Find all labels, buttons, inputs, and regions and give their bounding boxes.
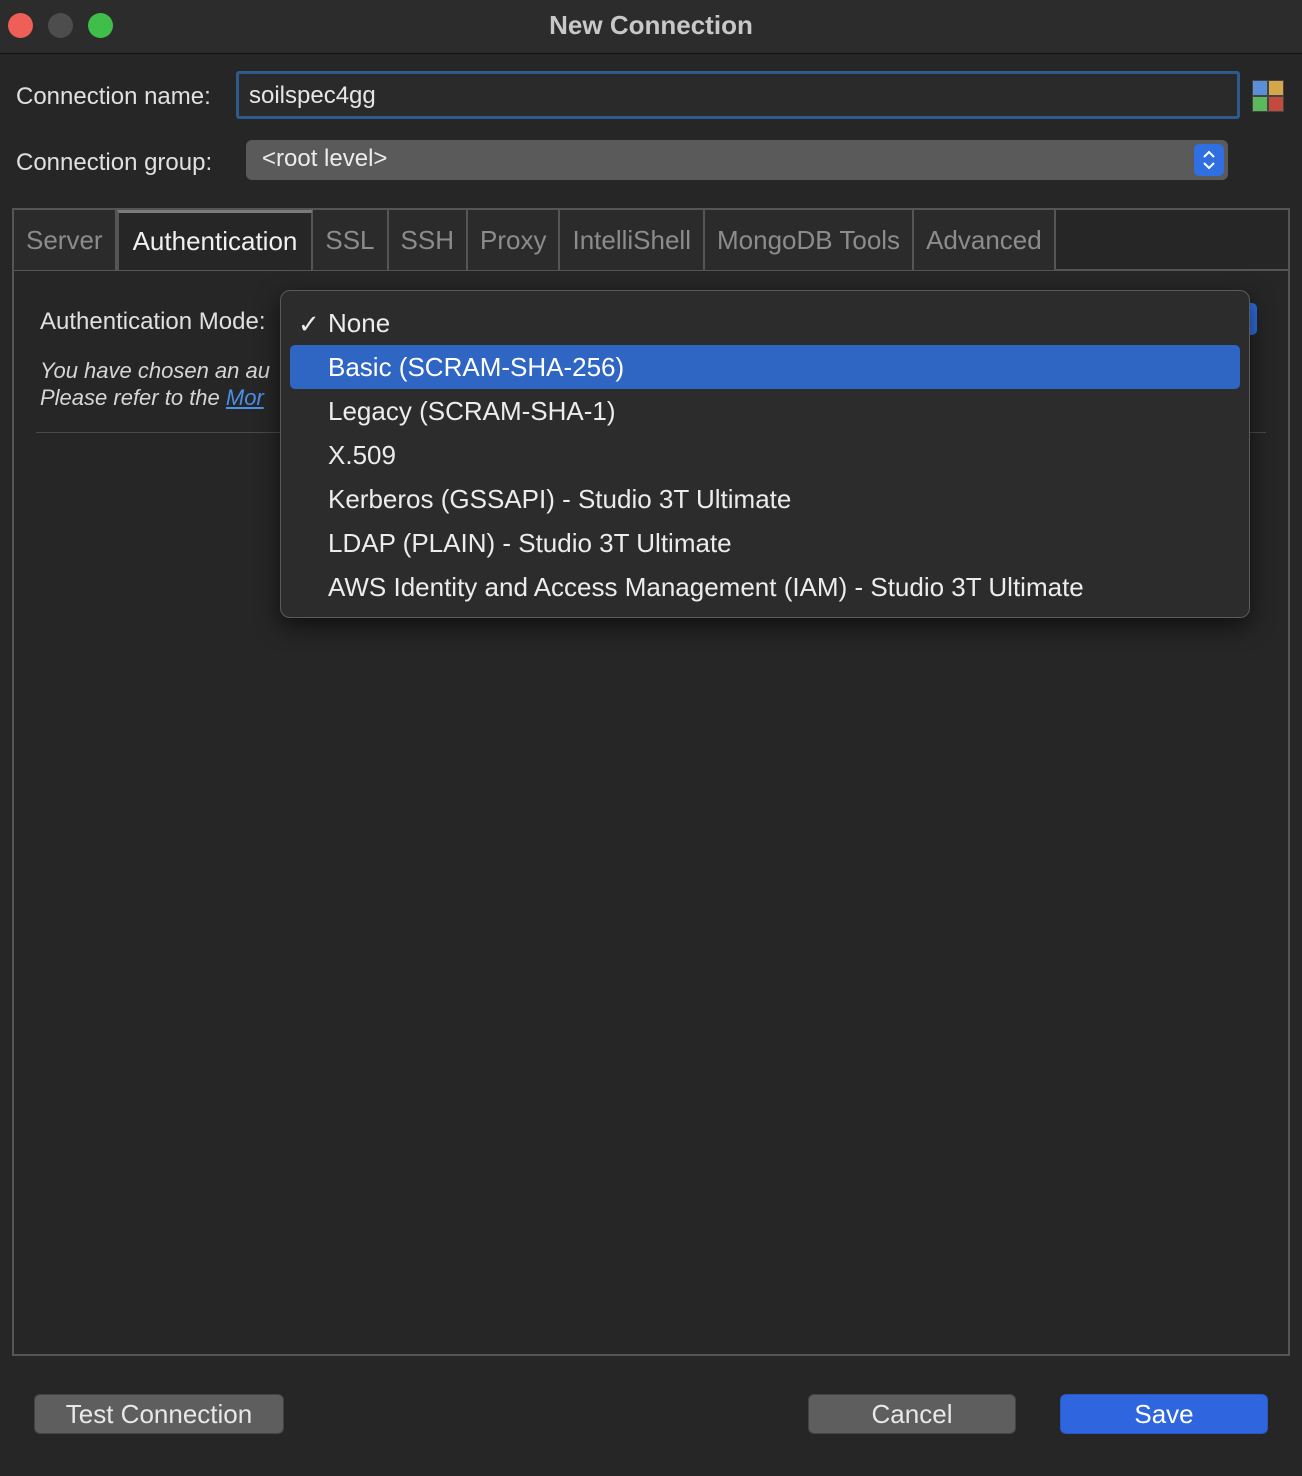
option-x509[interactable]: X.509 [290, 433, 1240, 477]
test-connection-button[interactable]: Test Connection [34, 1394, 284, 1434]
note-line-2: Please refer to the Mor [40, 384, 280, 411]
option-x509-label: X.509 [328, 439, 396, 470]
tab-proxy[interactable]: Proxy [468, 210, 561, 270]
option-none-label: None [328, 307, 391, 338]
title-bar: New Connection [0, 0, 1302, 54]
color-picker-icon[interactable] [1252, 80, 1284, 112]
tab-advanced[interactable]: Advanced [914, 210, 1056, 270]
new-connection-window: New Connection Connection name: soilspec… [0, 0, 1302, 1476]
connection-name-value: soilspec4gg [249, 82, 376, 109]
tab-intellishell[interactable]: IntelliShell [560, 210, 705, 270]
connection-group-label: Connection group: [16, 149, 213, 176]
save-button[interactable]: Save [1060, 1394, 1268, 1434]
cancel-button[interactable]: Cancel [808, 1394, 1016, 1434]
authentication-note: You have chosen an au Please refer to th… [40, 357, 280, 411]
tab-strip: Server Authentication SSL SSH Proxy Inte… [14, 210, 1056, 270]
connection-name-input[interactable]: soilspec4gg [236, 71, 1240, 119]
option-legacy-scram-sha-1[interactable]: Legacy (SCRAM-SHA-1) [290, 389, 1240, 433]
tab-mongodb-tools[interactable]: MongoDB Tools [704, 210, 915, 270]
authentication-mode-label: Authentication Mode: [40, 308, 266, 335]
authentication-mode-dropdown: ✓ None Basic (SCRAM-SHA-256) Legacy (SCR… [280, 290, 1250, 618]
option-basic-label: Basic (SCRAM-SHA-256) [328, 351, 625, 382]
option-basic-scram-sha-256[interactable]: Basic (SCRAM-SHA-256) [290, 345, 1240, 389]
tab-ssh[interactable]: SSH [388, 210, 468, 270]
option-legacy-label: Legacy (SCRAM-SHA-1) [328, 395, 616, 426]
tab-authentication[interactable]: Authentication [116, 210, 314, 270]
stepper-chevrons-icon [1203, 150, 1215, 170]
option-aws-iam-label: AWS Identity and Access Management (IAM)… [328, 571, 1084, 602]
updown-chevron-icon [1194, 144, 1224, 176]
tab-server[interactable]: Server [14, 210, 117, 270]
note-line-1: You have chosen an au [40, 358, 270, 383]
tab-ssl[interactable]: SSL [313, 210, 389, 270]
note-line-2-prefix: Please refer to the [40, 385, 226, 410]
window-title: New Connection [549, 10, 753, 40]
option-ldap-label: LDAP (PLAIN) - Studio 3T Ultimate [328, 527, 732, 558]
option-aws-iam[interactable]: AWS Identity and Access Management (IAM)… [290, 565, 1240, 609]
connection-name-label: Connection name: [16, 83, 211, 110]
checkmark-icon: ✓ [298, 309, 320, 339]
more-info-link[interactable]: Mor [226, 385, 264, 410]
option-none[interactable]: ✓ None [290, 301, 1240, 345]
option-ldap[interactable]: LDAP (PLAIN) - Studio 3T Ultimate [290, 521, 1240, 565]
connection-group-select[interactable]: <root level> [246, 140, 1228, 180]
option-kerberos-label: Kerberos (GSSAPI) - Studio 3T Ultimate [328, 483, 792, 514]
connection-group-value: <root level> [262, 145, 388, 172]
option-kerberos[interactable]: Kerberos (GSSAPI) - Studio 3T Ultimate [290, 477, 1240, 521]
